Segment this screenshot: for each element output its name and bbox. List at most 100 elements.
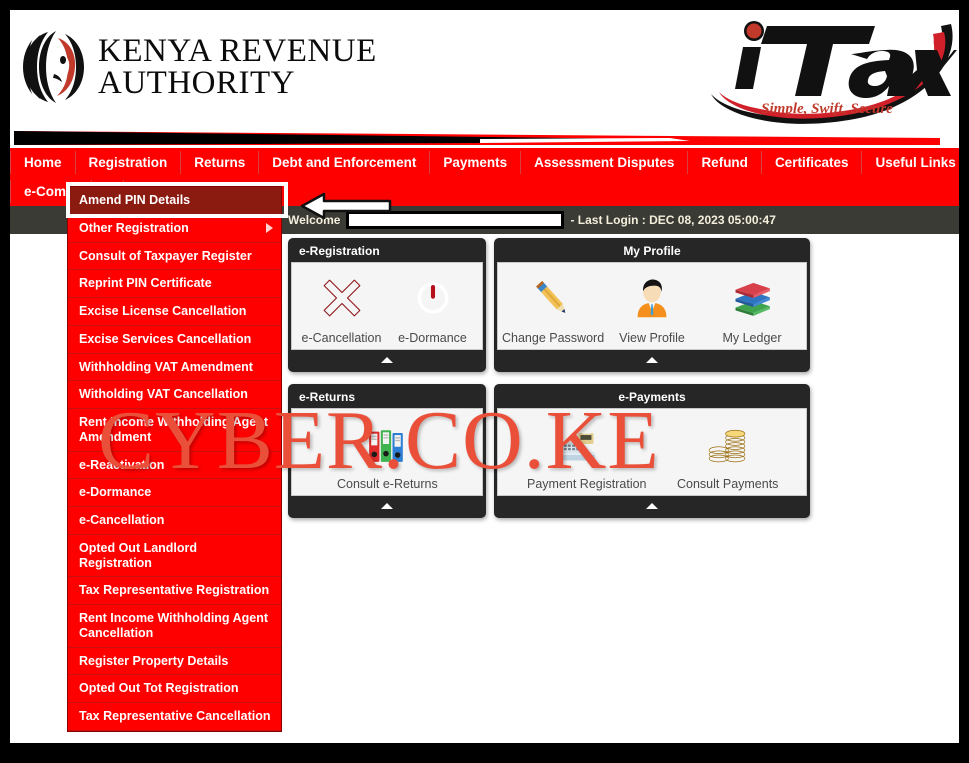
nav-item-debt-and-enforcement[interactable]: Debt and Enforcement	[259, 151, 431, 174]
kra-wordmark: KENYA REVENUE AUTHORITY	[98, 32, 377, 101]
panel-title-e-payments: e-Payments	[618, 390, 686, 404]
site-header: KENYA REVENUE AUTHORITY Simple, Swift, S…	[10, 10, 959, 128]
panel-collapse-toggle-e-returns[interactable]	[291, 496, 483, 515]
dropdown-item-label: Rent Income Withholding Agent Cancellati…	[79, 611, 268, 640]
itax-portal-page: KENYA REVENUE AUTHORITY Simple, Swift, S…	[10, 10, 959, 743]
power-button-icon	[387, 271, 478, 325]
nav-item-refund[interactable]: Refund	[688, 151, 762, 174]
tile-label: My Ledger	[722, 331, 782, 345]
tile-label: Consult e-Returns	[337, 477, 438, 491]
dropdown-item-label: Opted Out Landlord Registration	[79, 540, 198, 570]
nav-item-payments[interactable]: Payments	[430, 151, 522, 174]
dropdown-item-register-property-details[interactable]: Register Property Details	[68, 648, 281, 676]
tile-label: Change Password	[502, 331, 605, 345]
dropdown-item-excise-license-cancellation[interactable]: Excise License Cancellation	[68, 298, 281, 326]
kra-line-2: AUTHORITY	[98, 65, 295, 101]
dropdown-item-consult-of-taxpayer-register[interactable]: Consult of Taxpayer Register	[68, 243, 281, 271]
dropdown-item-label: Withholding VAT Amendment	[79, 359, 253, 374]
tile-label: View Profile	[619, 331, 685, 345]
dropdown-item-withholding-vat-amendment[interactable]: Withholding VAT Amendment	[68, 354, 281, 382]
dropdown-item-witholding-vat-cancellation[interactable]: Witholding VAT Cancellation	[68, 381, 281, 409]
dropdown-item-label: Other Registration	[79, 220, 189, 235]
panel-my-profile: My Profile Change Password View Profile My …	[494, 238, 810, 372]
dropdown-item-label: Consult of Taxpayer Register	[79, 248, 252, 263]
last-login-text: - Last Login : DEC 08, 2023 05:00:47	[570, 213, 776, 227]
panel-title-e-returns: e-Returns	[299, 390, 356, 404]
panel-title-e-registration: e-Registration	[299, 244, 380, 258]
tile-label: e-Cancellation	[301, 331, 382, 345]
panel-collapse-toggle-my-profile[interactable]	[497, 350, 807, 369]
dropdown-item-label: Excise License Cancellation	[79, 304, 247, 318]
cash-register-icon	[527, 417, 627, 471]
page-content: e-Registration e-Cancellation e-Dormance My…	[10, 182, 959, 743]
tile-e-dormance[interactable]: e-Dormance	[387, 271, 478, 345]
panel-collapse-toggle-e-payments[interactable]	[497, 496, 807, 515]
dropdown-item-excise-services-cancellation[interactable]: Excise Services Cancellation	[68, 326, 281, 354]
dropdown-item-label: e-Dormance	[79, 485, 152, 500]
nav-item-registration[interactable]: Registration	[76, 151, 182, 174]
nav-item-useful-links[interactable]: Useful Links	[862, 151, 959, 174]
dropdown-item-label: Witholding VAT Cancellation	[79, 387, 248, 402]
dropdown-item-label: Reprint PIN Certificate	[79, 276, 212, 291]
tile-e-cancellation[interactable]: e-Cancellation	[296, 271, 387, 345]
dropdown-item-label: Opted Out Tot Registration	[79, 681, 239, 696]
dropdown-item-e-reactivation[interactable]: e-Reactivation	[68, 452, 281, 480]
tile-view-profile[interactable]: View Profile	[602, 271, 702, 345]
panel-row: e-Registration e-Cancellation e-Dormance My…	[288, 238, 828, 372]
kra-line-1: KENYA REVENUE	[98, 32, 377, 69]
panel-collapse-toggle-e-registration[interactable]	[291, 350, 483, 369]
dropdown-item-label: e-Cancellation	[79, 513, 165, 527]
dropdown-item-amend-pin-details[interactable]: Amend PIN Details	[68, 187, 281, 215]
dropdown-item-label: Tax Representative Cancellation	[79, 709, 271, 723]
panel-row: e-Returns Consult e-Returns e-Payments Paym…	[288, 384, 828, 518]
submenu-chevron-right-icon	[266, 223, 273, 234]
nav-item-certificates[interactable]: Certificates	[762, 151, 863, 174]
tile-my-ledger[interactable]: My Ledger	[702, 271, 802, 345]
nav-row-primary: Home Registration Returns Debt and Enforcem…	[10, 148, 959, 177]
binders-icon	[337, 417, 437, 471]
dropdown-item-label: Rent Income Withholding Agent Amendment	[79, 415, 268, 444]
nav-item-home[interactable]: Home	[10, 151, 76, 174]
dropdown-item-opted-out-landlord-registration[interactable]: Opted Out Landlord Registration	[68, 535, 281, 578]
panel-body-my-profile: Change Password View Profile My Ledger	[497, 262, 807, 350]
dropdown-item-label: Register Property Details	[79, 653, 229, 668]
dropdown-item-tax-representative-registration[interactable]: Tax Representative Registration	[68, 577, 281, 605]
nav-item-returns[interactable]: Returns	[181, 151, 260, 174]
caret-up-icon	[381, 356, 393, 363]
header-divider	[10, 128, 959, 148]
tile-consult-e-returns[interactable]: Consult e-Returns	[337, 417, 438, 491]
gold-coins-icon	[677, 417, 777, 471]
dropdown-item-reprint-pin-certificate[interactable]: Reprint PIN Certificate	[68, 270, 281, 298]
dropdown-item-e-dormance[interactable]: e-Dormance	[68, 479, 281, 507]
caret-up-icon	[646, 356, 658, 363]
panel-body-e-returns: Consult e-Returns	[291, 408, 483, 496]
kra-logo: KENYA REVENUE AUTHORITY	[18, 26, 377, 108]
pencil-icon	[502, 271, 602, 325]
registration-dropdown-menu[interactable]: Amend PIN Details Other Registration Consu…	[67, 186, 282, 732]
kra-lion-icon	[21, 28, 87, 106]
itax-tagline: Simple, Swift, Secure	[761, 101, 893, 117]
annotation-arrow-icon	[300, 192, 392, 220]
dropdown-item-label: Amend PIN Details	[79, 193, 191, 207]
tile-consult-payments[interactable]: Consult Payments	[677, 417, 779, 491]
user-avatar-icon	[602, 271, 702, 325]
tile-payment-registration[interactable]: Payment Registration	[527, 417, 647, 491]
dropdown-item-rent-income-withholding-agent-cancellation[interactable]: Rent Income Withholding Agent Cancellati…	[68, 605, 281, 648]
dropdown-item-tax-representative-cancellation[interactable]: Tax Representative Cancellation	[68, 703, 281, 731]
tile-label: e-Dormance	[398, 331, 467, 345]
panel-e-payments: e-Payments Payment Registration Consult Pa…	[494, 384, 810, 518]
dropdown-item-label: Excise Services Cancellation	[79, 331, 252, 346]
dropdown-item-e-cancellation[interactable]: e-Cancellation	[68, 507, 281, 535]
dropdown-item-rent-income-withholding-agent-amendment[interactable]: Rent Income Withholding Agent Amendment	[68, 409, 281, 452]
panel-e-returns: e-Returns Consult e-Returns	[288, 384, 486, 518]
nav-item-assessment-disputes[interactable]: Assessment Disputes	[521, 151, 689, 174]
dropdown-item-other-registration[interactable]: Other Registration	[68, 215, 281, 243]
tile-label: Payment Registration	[527, 477, 647, 491]
panel-body-e-payments: Payment Registration Consult Payments	[497, 408, 807, 496]
panel-body-e-registration: e-Cancellation e-Dormance	[291, 262, 483, 350]
panel-e-registration: e-Registration e-Cancellation e-Dormance	[288, 238, 486, 372]
tile-change-password[interactable]: Change Password	[502, 271, 605, 345]
dropdown-item-opted-out-tot-registration[interactable]: Opted Out Tot Registration	[68, 675, 281, 703]
tile-label: Consult Payments	[677, 477, 779, 491]
caret-up-icon	[381, 502, 393, 509]
